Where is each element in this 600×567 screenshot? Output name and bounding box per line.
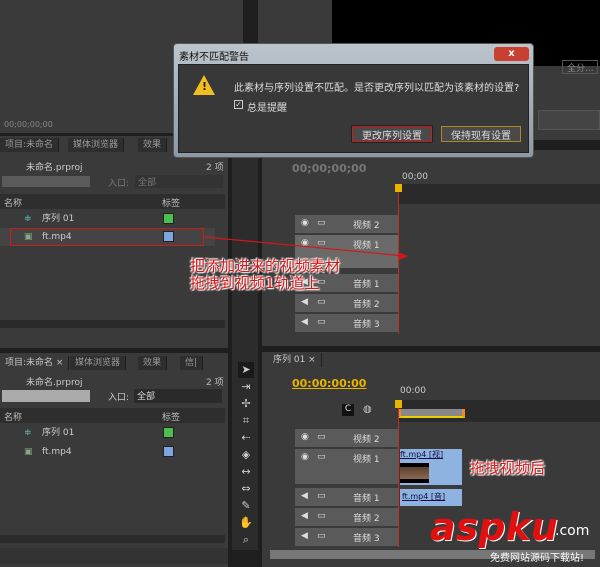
video-clip[interactable]: ft.mp4 [视] [400, 449, 462, 485]
track-audio-3[interactable]: ◀ ▭ 音频 3 [295, 528, 398, 547]
marker-icon[interactable]: ◍ [363, 404, 372, 415]
list-item-sequence[interactable]: ≑ 序列 01 [0, 424, 215, 442]
lock-icon[interactable]: ▭ [317, 491, 326, 501]
annotation-after-drag: 拖拽视频后 [470, 459, 546, 477]
col-label[interactable]: 标签 [162, 410, 180, 423]
audio-clip[interactable]: ft.mp4 [音] [400, 489, 462, 506]
project-footer-toolbar[interactable] [0, 548, 228, 564]
video-thumbnail [400, 463, 429, 483]
item-count: 2 项 [206, 378, 224, 388]
list-item-ft-mp4[interactable]: ▣ ft.mp4 [0, 443, 215, 461]
eye-icon[interactable]: ◉ [301, 432, 309, 442]
tab-effects[interactable]: 效果 [138, 356, 168, 370]
video-clip-label: ft.mp4 [视] [400, 450, 444, 459]
list-header [0, 408, 225, 423]
playhead[interactable] [398, 400, 399, 547]
dialog-body: ! 此素材与序列设置不匹配。是否更改序列以匹配为该素材的设置? ✓ 总是提醒 更… [178, 64, 529, 153]
horizontal-scrollbar[interactable] [0, 535, 225, 543]
always-warn-label: 总是提醒 [247, 103, 287, 114]
sequence-icon: ≑ [24, 428, 32, 438]
dialog-message: 此素材与序列设置不匹配。是否更改序列以匹配为该素材的设置? [234, 83, 520, 94]
label-swatch [163, 446, 174, 457]
col-name[interactable]: 名称 [4, 410, 22, 423]
item-name: 序列 01 [42, 428, 75, 438]
lock-icon[interactable]: ▭ [317, 511, 326, 521]
tab-info[interactable]: 信| [180, 356, 204, 370]
tab-media-browser[interactable]: 媒体浏览器 [70, 356, 127, 370]
track-audio-1[interactable]: ◀ ▭ 音频 1 [295, 488, 398, 507]
item-name: ft.mp4 [42, 447, 72, 457]
mismatch-dialog: 素材不匹配警告 x ! 此素材与序列设置不匹配。是否更改序列以匹配为该素材的设置… [173, 43, 534, 158]
change-sequence-settings-button[interactable]: 更改序列设置 [351, 125, 433, 143]
watermark-domain: .com [555, 523, 590, 539]
project-filename: 未命名.prproj [26, 378, 83, 388]
lock-icon[interactable]: ▭ [317, 432, 326, 442]
watermark-brand: aspku [430, 505, 558, 549]
ruler-start: 00:00 [400, 386, 426, 396]
speaker-icon[interactable]: ◀ [301, 491, 308, 501]
track-video-2[interactable]: ◉ ▭ 视频 2 [295, 429, 398, 448]
entry-select[interactable]: 全部 [134, 389, 222, 403]
video-file-icon: ▣ [24, 447, 33, 457]
keep-existing-settings-button[interactable]: 保持现有设置 [441, 126, 521, 142]
tab-sequence-01[interactable]: 序列 01 × [268, 353, 322, 367]
entry-label: 入口: [108, 393, 130, 403]
timeline-timecode[interactable]: 00:00:00:00 [292, 377, 366, 390]
dialog-title: 素材不匹配警告 [179, 52, 249, 63]
annotation-line-2: 拖拽到视频1轨道上 [190, 274, 320, 292]
watermark-tagline: 免费网站源码下载站! [490, 553, 585, 564]
annotation-line-1: 把添加进来的视频素材 [190, 257, 341, 275]
track-audio-2[interactable]: ◀ ▭ 音频 2 [295, 508, 398, 527]
search-input[interactable] [2, 390, 90, 402]
snap-icon[interactable]: C [342, 404, 354, 416]
eye-icon[interactable]: ◉ [301, 452, 309, 462]
watermark: aspku .com 免费网站源码下载站! [430, 505, 600, 567]
label-swatch [163, 427, 174, 438]
track-video-1[interactable]: ◉ ▭ 视频 1 [295, 449, 398, 485]
tab-project[interactable]: 项目:未命名 × [0, 356, 70, 370]
playhead-marker[interactable] [395, 400, 402, 408]
always-warn-checkbox[interactable]: ✓ [234, 100, 243, 109]
lock-icon[interactable]: ▭ [317, 531, 326, 541]
close-button[interactable]: x [494, 47, 529, 61]
lock-icon[interactable]: ▭ [317, 452, 326, 462]
speaker-icon[interactable]: ◀ [301, 531, 308, 541]
speaker-icon[interactable]: ◀ [301, 511, 308, 521]
work-area-bar[interactable] [398, 409, 465, 418]
